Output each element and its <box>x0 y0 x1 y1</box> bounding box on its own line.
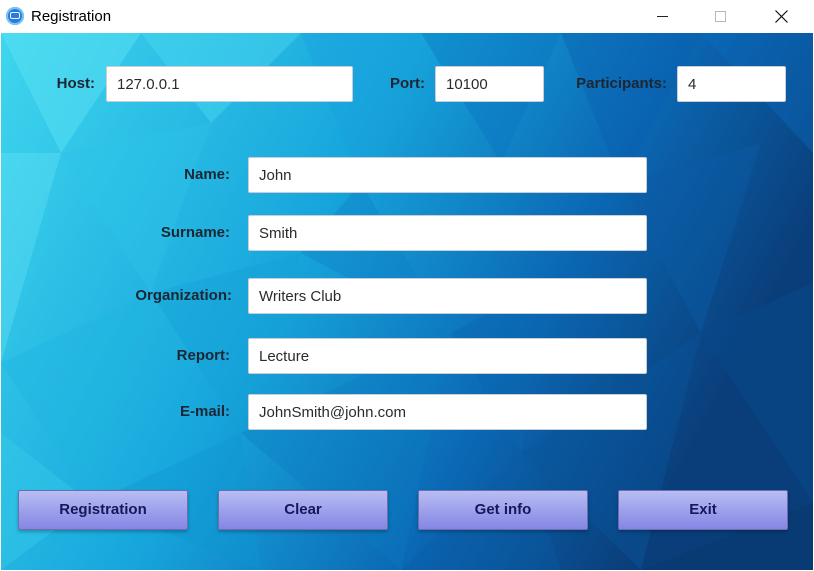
name-label: Name: <box>184 166 230 183</box>
registration-button[interactable]: Registration <box>18 490 188 530</box>
maximize-button[interactable] <box>698 0 744 33</box>
email-input[interactable] <box>248 394 647 430</box>
participants-input[interactable] <box>677 66 786 102</box>
window-title: Registration <box>31 8 112 25</box>
report-label: Report: <box>176 347 230 364</box>
email-label: E-mail: <box>179 403 230 420</box>
close-button[interactable] <box>758 0 804 33</box>
surname-label: Surname: <box>160 224 230 241</box>
minimize-button[interactable] <box>640 0 686 33</box>
report-input[interactable] <box>248 338 647 374</box>
host-label: Host: <box>56 75 95 92</box>
get-info-button[interactable]: Get info <box>418 490 588 530</box>
clear-button[interactable]: Clear <box>218 490 388 530</box>
organization-label: Organization: <box>135 287 232 304</box>
window-content: Host: Port: Participants: Name: Surname:… <box>1 33 813 570</box>
minimize-icon <box>657 16 668 17</box>
maximize-icon <box>715 11 726 22</box>
organization-input[interactable] <box>248 278 647 314</box>
host-input[interactable] <box>106 66 353 102</box>
port-label: Port: <box>390 75 425 92</box>
name-input[interactable] <box>248 157 647 193</box>
surname-input[interactable] <box>248 215 647 251</box>
exit-button[interactable]: Exit <box>618 490 788 530</box>
port-input[interactable] <box>435 66 544 102</box>
title-bar: Registration <box>0 0 814 33</box>
participants-label: Participants: <box>576 75 667 92</box>
close-icon <box>775 10 788 23</box>
chat-bubble-icon <box>6 7 24 25</box>
